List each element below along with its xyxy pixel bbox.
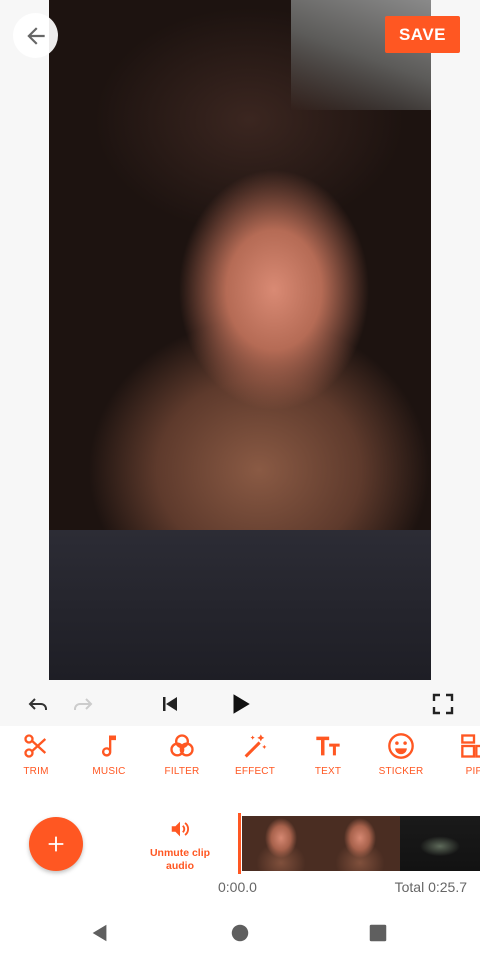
video-preview[interactable] [49,0,431,680]
tools-toolbar: TRIM MUSIC FILTER EFFECT TEXT STICKER PI… [0,726,480,796]
nav-back-button[interactable] [88,921,112,945]
add-clip-button[interactable] [29,817,83,871]
tool-label: FILTER [164,766,200,777]
pip-icon [461,734,480,758]
filter-circles-icon [170,734,194,757]
triangle-back-icon [92,924,107,942]
unmute-clip-audio-button[interactable]: Unmute clip audio [140,818,220,873]
redo-button[interactable] [69,690,97,718]
skip-to-start-button[interactable] [156,690,184,718]
tool-sticker[interactable]: STICKER [365,726,437,796]
playhead[interactable] [238,813,241,874]
timeline-panel: Unmute clip audio 0:00.0 Total 0:25.7 [0,796,480,906]
clip-thumbnail [320,816,400,871]
arrow-left-icon [26,26,45,45]
fullscreen-button[interactable] [429,690,457,718]
back-button[interactable] [13,13,58,58]
text-tt-icon [316,736,340,756]
tool-filter[interactable]: FILTER [146,726,218,796]
clip-thumbnail-strip[interactable] [239,816,480,871]
video-jacket-region [49,530,431,680]
undo-button[interactable] [24,690,52,718]
volume-icon [171,821,189,837]
music-note-icon [102,735,116,757]
tool-trim[interactable]: TRIM [0,726,72,796]
square-recents-icon [369,924,387,942]
clip-thumbnail [400,816,480,871]
total-duration: Total 0:25.7 [394,879,467,895]
tool-label: TRIM [23,766,49,777]
nav-home-button[interactable] [228,921,252,945]
play-button[interactable] [226,690,254,718]
tool-label: MUSIC [92,766,126,777]
tool-effect[interactable]: EFFECT [219,726,291,796]
tool-label: PIP [465,766,480,777]
tool-label: EFFECT [234,766,276,777]
tool-pip[interactable]: PIP [438,726,480,796]
tool-music[interactable]: MUSIC [73,726,145,796]
smiley-icon [388,733,414,759]
redo-icon [74,698,93,710]
unmute-label: Unmute clip audio [149,847,211,872]
current-time: 0:00.0 [218,879,257,895]
undo-icon [28,698,47,710]
preview-area: SAVE [0,0,480,682]
system-navigation-bar [0,906,480,960]
nav-recents-button[interactable] [366,921,390,945]
fullscreen-icon [432,693,454,715]
save-button[interactable]: SAVE [385,16,460,53]
circle-home-icon [231,924,249,942]
clip-thumbnail [242,816,320,871]
tool-text[interactable]: TEXT [292,726,364,796]
play-icon [233,694,250,714]
plus-icon [48,836,64,852]
tool-label: STICKER [378,766,424,777]
tool-label: TEXT [314,766,342,777]
playback-controls [0,682,480,726]
skip-previous-icon [163,697,177,711]
scissors-icon [24,734,47,758]
magic-wand-icon [244,734,267,758]
